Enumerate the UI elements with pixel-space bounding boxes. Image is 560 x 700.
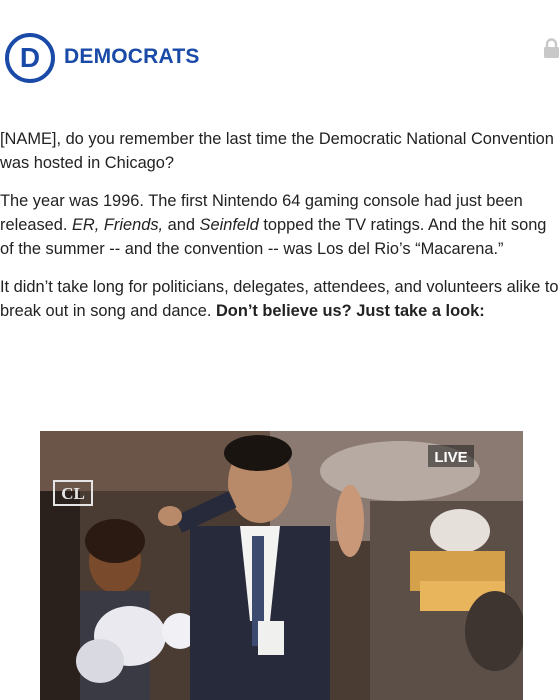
email-body: [NAME], do you remember the last time th… <box>0 127 560 337</box>
network-logo: CL <box>61 484 85 503</box>
lock-icon <box>544 38 559 58</box>
p2-and: and <box>163 216 200 234</box>
email-header: D DEMOCRATS <box>0 0 560 110</box>
gif-frame: LIVE CL <box>40 431 523 700</box>
paragraph-intro: [NAME], do you remember the last time th… <box>0 130 554 172</box>
paragraph-dance: It didn’t take long for politicians, del… <box>0 275 560 323</box>
brand-name[interactable]: DEMOCRATS <box>64 45 200 69</box>
seinfeld-italic: Seinfeld <box>199 216 259 234</box>
convention-macarena-gif[interactable]: LIVE CL <box>40 431 523 700</box>
paragraph-1996: The year was 1996. The first Nintendo 64… <box>0 189 560 261</box>
logo-letter: D <box>20 42 40 73</box>
live-label: LIVE <box>434 449 467 466</box>
tv-shows-italic: ER, Friends, <box>71 216 164 234</box>
take-a-look-bold: Don’t believe us? Just take a look: <box>215 302 485 320</box>
democrats-logo-icon[interactable]: D <box>5 33 55 83</box>
